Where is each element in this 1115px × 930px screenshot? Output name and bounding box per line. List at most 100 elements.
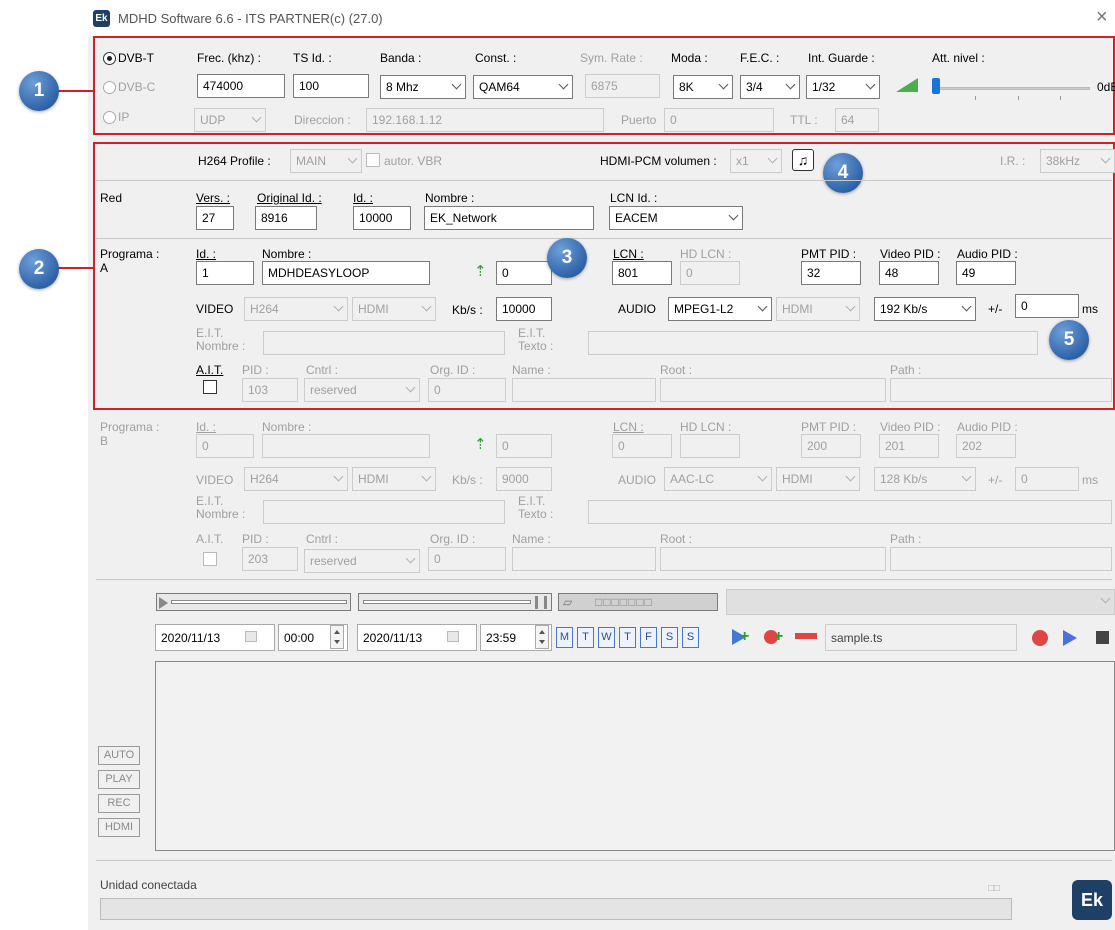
prog-b-vsrc-select[interactable]: HDMI: [352, 467, 436, 491]
prog-a-cntrl-select[interactable]: reserved: [304, 378, 420, 402]
playlist-bar-3[interactable]: ▱ □□□□□□□: [558, 593, 718, 611]
end-time-spinner[interactable]: [535, 625, 549, 649]
prog-a-pmt-input[interactable]: 32: [801, 261, 861, 285]
orig-id-input[interactable]: 8916: [255, 206, 317, 230]
prog-b-eit-text-input[interactable]: [588, 500, 1112, 524]
prog-a-name-ait-input[interactable]: [512, 378, 656, 402]
prog-a-vsrc-select[interactable]: HDMI: [352, 297, 436, 321]
prog-b-lcn-input[interactable]: 0: [612, 434, 672, 458]
prog-a-delay-input[interactable]: 0: [1015, 294, 1079, 318]
close-icon[interactable]: ×: [1096, 7, 1108, 27]
protocol-select[interactable]: UDP: [194, 108, 266, 132]
prog-b-orgid-input[interactable]: 0: [428, 547, 506, 571]
prog-b-ait-checkbox[interactable]: [203, 552, 217, 566]
vbr-checkbox[interactable]: [366, 153, 380, 167]
play-button[interactable]: PLAY: [98, 770, 140, 789]
day-friday-button[interactable]: F: [640, 627, 657, 648]
prog-a-eit-text-input[interactable]: [588, 331, 1038, 355]
prog-a-path-input[interactable]: [890, 378, 1112, 402]
prog-a-hdlcn-input[interactable]: 0: [680, 261, 740, 285]
hdmi-button[interactable]: HDMI: [98, 818, 140, 837]
lcn-id-select[interactable]: EACEM: [609, 206, 743, 230]
day-saturday-button[interactable]: S: [661, 627, 678, 648]
prog-a-root-input[interactable]: [660, 378, 886, 402]
symrate-input[interactable]: 6875: [585, 74, 660, 98]
day-tuesday-button[interactable]: T: [577, 627, 594, 648]
start-date-input[interactable]: 2020/11/13: [155, 624, 275, 651]
remove-icon[interactable]: [795, 633, 817, 639]
day-thursday-button[interactable]: T: [619, 627, 636, 648]
end-date-input[interactable]: 2020/11/13: [357, 624, 477, 651]
prog-b-delay-input[interactable]: 0: [1015, 467, 1079, 491]
prog-a-stream-input[interactable]: 0: [496, 261, 552, 285]
guard-select[interactable]: 1/32: [806, 75, 880, 99]
prog-a-apid-input[interactable]: 49: [956, 261, 1016, 285]
stop-button-icon[interactable]: [1096, 631, 1109, 644]
prog-b-path-input[interactable]: [890, 547, 1112, 571]
prog-a-ait-checkbox[interactable]: [203, 380, 217, 394]
prog-a-orgid-input[interactable]: 0: [428, 378, 506, 402]
record-button-icon[interactable]: [1032, 630, 1048, 646]
end-calendar-icon[interactable]: [447, 631, 459, 642]
const-select[interactable]: QAM64: [473, 75, 573, 99]
prog-a-kbs-input[interactable]: 10000: [496, 297, 552, 321]
vers-input[interactable]: 27: [196, 206, 234, 230]
rec-button[interactable]: REC: [98, 794, 140, 813]
play-button-icon[interactable]: [1063, 630, 1077, 646]
prog-b-name-input[interactable]: [262, 434, 430, 458]
prog-a-eit-name-input[interactable]: [263, 331, 505, 355]
ip-radio[interactable]: [103, 111, 116, 124]
freq-input[interactable]: 474000: [197, 74, 285, 98]
network-name-input[interactable]: EK_Network: [424, 206, 594, 230]
prog-a-id-input[interactable]: 1: [196, 261, 254, 285]
ir-select[interactable]: 38kHz: [1040, 149, 1115, 173]
prog-a-name-input[interactable]: MDHDEASYLOOP: [262, 261, 430, 285]
ttl-input[interactable]: 64: [835, 108, 879, 132]
prog-b-eit-name-input[interactable]: [263, 500, 505, 524]
prog-a-abitrate-select[interactable]: 192 Kb/s: [874, 297, 976, 321]
att-slider-thumb[interactable]: [932, 78, 940, 94]
prog-b-stream-input[interactable]: 0: [496, 434, 552, 458]
playlist-bar-1[interactable]: [156, 593, 351, 611]
log-area[interactable]: [155, 661, 1115, 851]
prog-a-pid-input[interactable]: 103: [242, 378, 298, 402]
start-calendar-icon[interactable]: [245, 631, 257, 642]
playlist-bar-2[interactable]: [358, 593, 552, 611]
tsid-input[interactable]: 100: [293, 74, 369, 98]
prog-b-pmt-input[interactable]: 200: [801, 434, 861, 458]
dvbc-radio[interactable]: [103, 81, 116, 94]
prog-a-lcn-input[interactable]: 801: [612, 261, 672, 285]
banda-select[interactable]: 8 Mhz: [380, 75, 466, 99]
prog-a-vpid-input[interactable]: 48: [879, 261, 939, 285]
source-select[interactable]: [726, 589, 1115, 615]
prog-b-root-input[interactable]: [660, 547, 886, 571]
network-id-input[interactable]: 10000: [353, 206, 411, 230]
prog-b-apid-input[interactable]: 202: [956, 434, 1016, 458]
prog-b-asrc-select[interactable]: HDMI: [776, 467, 860, 491]
prog-b-cntrl-select[interactable]: reserved: [304, 549, 420, 573]
auto-button[interactable]: AUTO: [98, 746, 140, 765]
prog-a-acodec-select[interactable]: MPEG1-L2: [668, 297, 772, 321]
prog-b-abitrate-select[interactable]: 128 Kb/s: [874, 467, 976, 491]
dvbt-radio[interactable]: [103, 52, 116, 65]
h264-profile-select[interactable]: MAIN: [290, 149, 362, 173]
music-note-icon[interactable]: ♫: [792, 149, 814, 171]
prog-b-kbs-input[interactable]: 9000: [496, 467, 552, 491]
pcm-volume-select[interactable]: x1: [730, 149, 782, 173]
fec-select[interactable]: 3/4: [740, 75, 800, 99]
prog-b-vcodec-select[interactable]: H264: [244, 467, 348, 491]
add-stream-icon[interactable]: ⇡: [474, 263, 488, 281]
direccion-input[interactable]: 192.168.1.12: [366, 108, 604, 132]
day-sunday-button[interactable]: S: [682, 627, 699, 648]
prog-a-vcodec-select[interactable]: H264: [244, 297, 348, 321]
day-monday-button[interactable]: M: [556, 627, 573, 648]
start-time-spinner[interactable]: [330, 625, 344, 649]
prog-a-asrc-select[interactable]: HDMI: [776, 297, 860, 321]
prog-b-hdlcn-input[interactable]: [680, 434, 740, 458]
puerto-input[interactable]: 0: [664, 108, 774, 132]
prog-b-name-ait-input[interactable]: [512, 547, 656, 571]
att-slider-track[interactable]: [932, 87, 1090, 90]
moda-select[interactable]: 8K: [673, 75, 733, 99]
prog-b-add-stream-icon[interactable]: ⇡: [474, 436, 488, 454]
prog-b-acodec-select[interactable]: AAC-LC: [664, 467, 772, 491]
